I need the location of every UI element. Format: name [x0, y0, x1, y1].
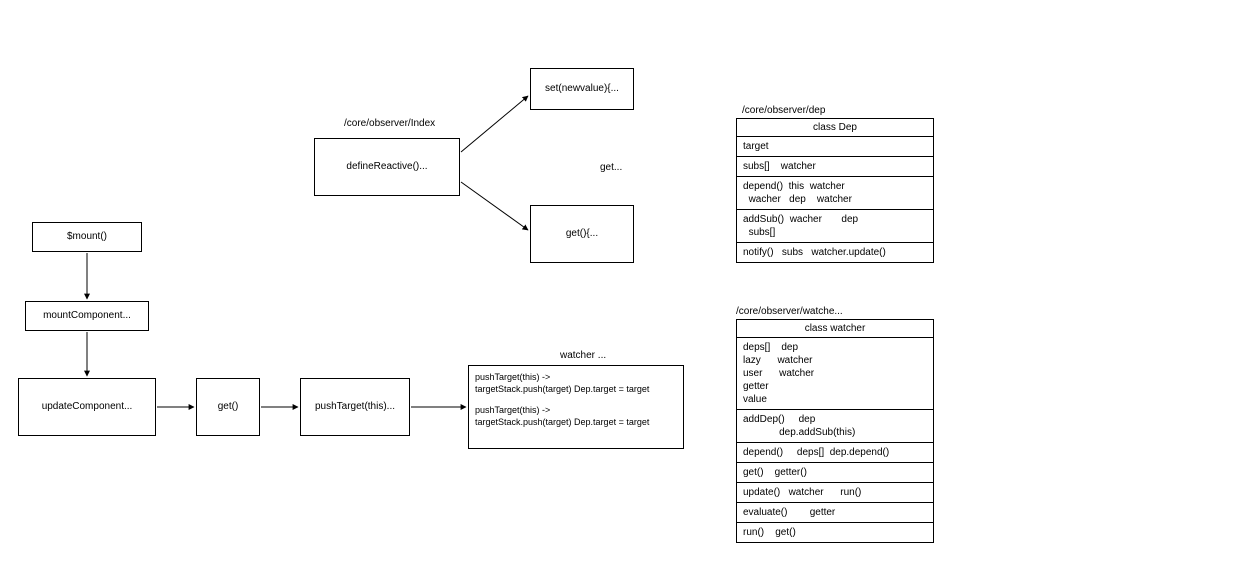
watcher-get: get() getter(): [737, 463, 933, 483]
box-updateComponent: updateComponent...: [18, 378, 156, 436]
line: targetStack.push(target) Dep.target = ta…: [475, 417, 677, 429]
watcher-title: class watcher: [737, 320, 933, 338]
box-pushTarget-detail: pushTarget(this) -> targetStack.push(tar…: [468, 365, 684, 449]
label-watcher-path: /core/observer/watche...: [736, 306, 843, 318]
dep-notify: notify() subs watcher.update(): [737, 243, 933, 262]
label-dep-path: /core/observer/dep: [742, 105, 825, 117]
label-watcher: watcher ...: [560, 350, 606, 362]
line: targetStack.push(target) Dep.target = ta…: [475, 384, 677, 396]
box-getfn: get(){...: [530, 205, 634, 263]
dep-target: target: [737, 137, 933, 157]
watcher-evaluate: evaluate() getter: [737, 503, 933, 523]
watcher-addDep: addDep() dep dep.addSub(this): [737, 410, 933, 443]
label-observer-index: /core/observer/Index: [344, 118, 435, 130]
text: set(newvalue){...: [545, 83, 619, 95]
box-mountComponent: mountComponent...: [25, 301, 149, 331]
dep-depend: depend() this watcher wacher dep watcher: [737, 177, 933, 210]
text: mountComponent...: [43, 310, 131, 322]
watcher-update: update() watcher run(): [737, 483, 933, 503]
table-watcher: class watcher deps[] dep lazy watcher us…: [736, 319, 934, 543]
box-mount: $mount(): [32, 222, 142, 252]
dep-addSub: addSub() wacher dep subs[]: [737, 210, 933, 243]
text: updateComponent...: [42, 401, 133, 413]
text: $mount(): [67, 231, 107, 243]
text: get(): [218, 401, 239, 413]
line: pushTarget(this) ->: [475, 372, 677, 384]
watcher-run: run() get(): [737, 523, 933, 542]
line: pushTarget(this) ->: [475, 405, 677, 417]
dep-title: class Dep: [737, 119, 933, 137]
box-set: set(newvalue){...: [530, 68, 634, 110]
box-get: get(): [196, 378, 260, 436]
dep-subs: subs[] watcher: [737, 157, 933, 177]
label-get: get...: [600, 162, 622, 174]
watcher-depend: depend() deps[] dep.depend(): [737, 443, 933, 463]
table-dep: class Dep target subs[] watcher depend()…: [736, 118, 934, 263]
watcher-props: deps[] dep lazy watcher user watcher get…: [737, 338, 933, 410]
box-defineReactive: defineReactive()...: [314, 138, 460, 196]
box-pushTarget: pushTarget(this)...: [300, 378, 410, 436]
text: pushTarget(this)...: [315, 401, 395, 413]
text: defineReactive()...: [346, 161, 427, 173]
text: get(){...: [566, 228, 598, 240]
